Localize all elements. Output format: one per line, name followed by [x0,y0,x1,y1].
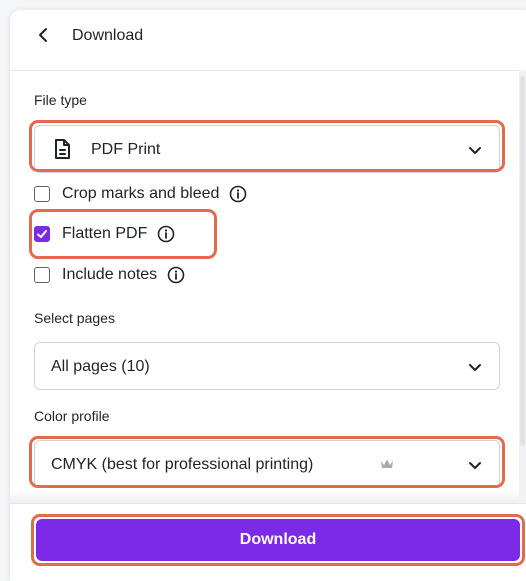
chevron-down-icon [469,462,481,469]
file-type-value: PDF Print [91,141,161,158]
footer-divider [10,503,526,504]
panel-header: Download [10,10,526,60]
crop-marks-label: Crop marks and bleed [62,185,220,202]
chevron-down-icon [469,147,481,154]
file-type-select[interactable]: PDF Print [34,125,500,173]
document-icon [55,139,70,159]
color-profile-label: Color profile [34,408,110,424]
scrollbar[interactable] [519,70,526,503]
info-icon[interactable] [157,225,175,243]
color-profile-select[interactable]: CMYK (best for professional printing) [34,440,500,488]
header-divider [10,70,526,71]
select-pages-select[interactable]: All pages (10) [34,342,500,390]
back-button[interactable] [34,24,54,46]
flatten-pdf-option[interactable]: Flatten PDF [34,222,175,246]
scrollbar-thumb[interactable] [520,76,525,446]
checkmark-icon [37,230,47,238]
crown-icon [381,459,393,468]
color-profile-value: CMYK (best for professional printing) [51,456,314,473]
crop-marks-checkbox[interactable] [34,186,50,202]
download-button[interactable]: Download [36,519,520,561]
crop-marks-option[interactable]: Crop marks and bleed [34,182,247,206]
include-notes-option[interactable]: Include notes [34,263,185,287]
file-type-label: File type [34,92,87,108]
panel-title: Download [72,27,144,44]
flatten-pdf-label: Flatten PDF [62,225,148,242]
flatten-pdf-checkbox[interactable] [34,226,50,242]
include-notes-checkbox[interactable] [34,267,50,283]
include-notes-label: Include notes [62,266,158,283]
info-icon[interactable] [229,185,247,203]
scroll-fade [10,490,519,504]
chevron-left-icon [39,28,47,42]
download-panel: Download File type PDF Print Crop marks … [10,10,526,581]
info-icon[interactable] [167,266,185,284]
select-pages-value: All pages (10) [51,358,150,375]
chevron-down-icon [469,364,481,371]
select-pages-label: Select pages [34,310,115,326]
